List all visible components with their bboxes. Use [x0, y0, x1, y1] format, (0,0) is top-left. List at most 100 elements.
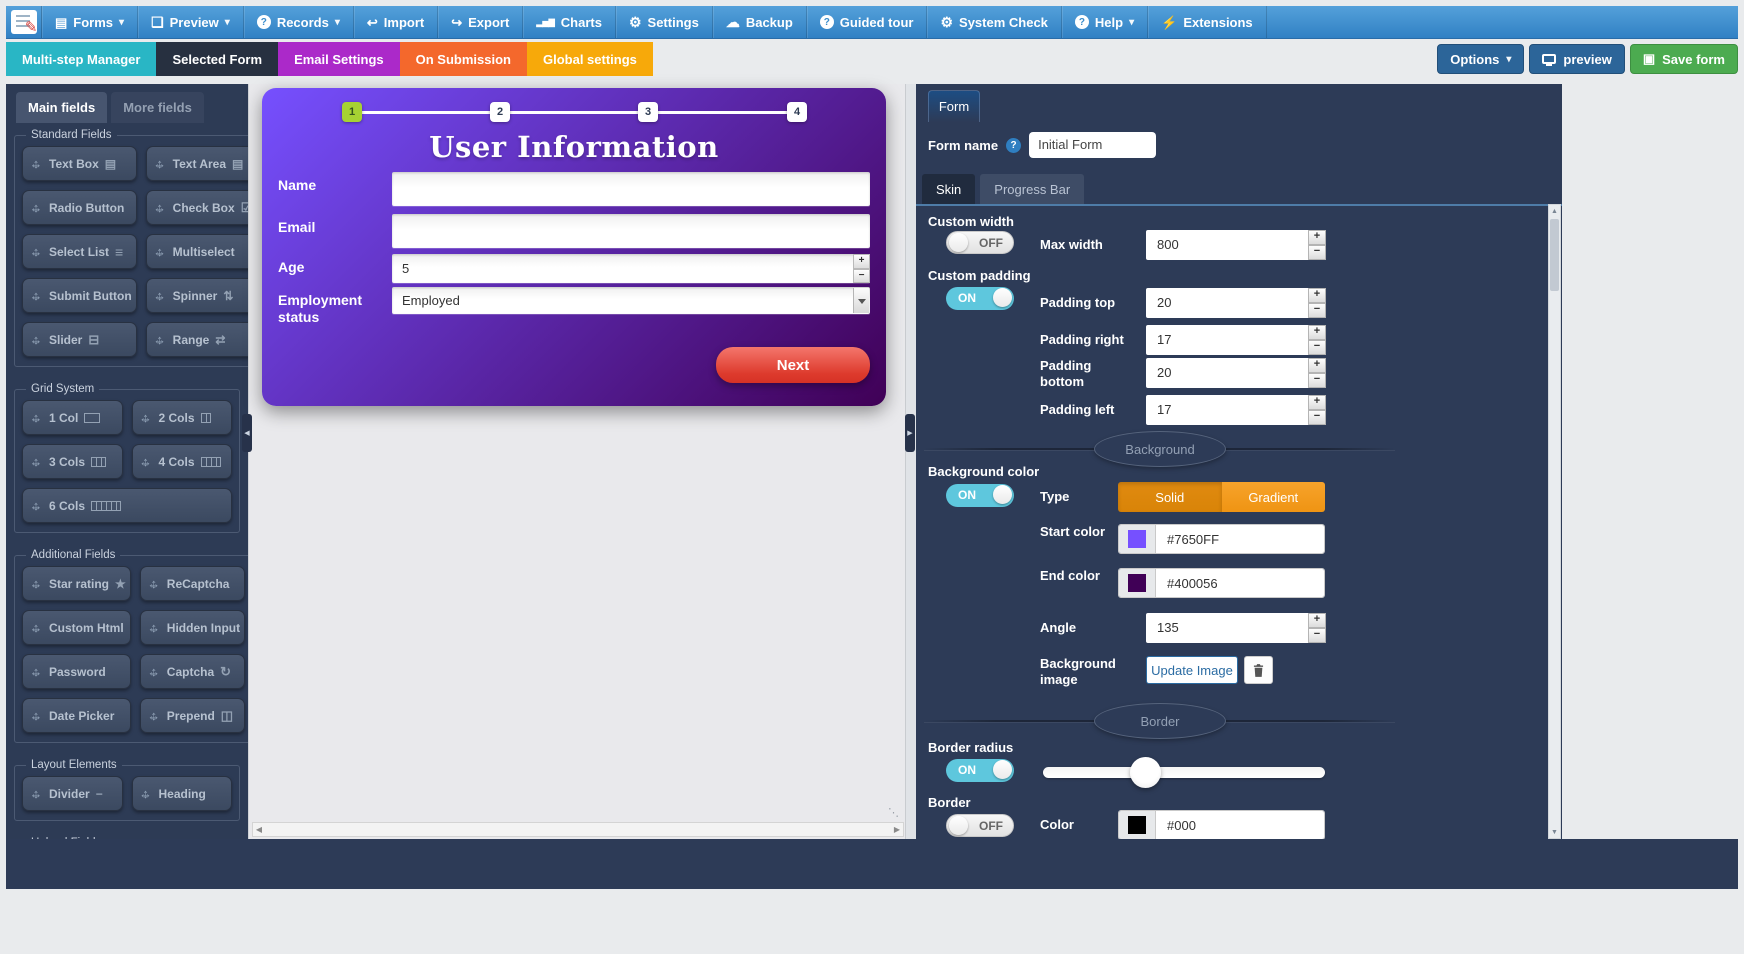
delete-image-button[interactable] — [1244, 656, 1273, 684]
end-color-input[interactable]: #400056 — [1156, 569, 1324, 597]
type-solid-button[interactable]: Solid — [1118, 482, 1222, 512]
minus-icon[interactable] — [853, 269, 870, 284]
navbar-item[interactable]: Preview ▾ — [138, 6, 244, 38]
field-button[interactable]: Prepend — [140, 698, 245, 733]
background-color-toggle[interactable]: ON — [946, 484, 1014, 507]
start-color-input[interactable]: #7650FF — [1156, 525, 1324, 553]
custom-width-toggle[interactable]: OFF — [946, 231, 1014, 254]
angle-input[interactable]: 135 — [1146, 613, 1308, 643]
field-button[interactable]: Multiselect — [146, 234, 248, 269]
navbar-item[interactable]: Extensions — [1148, 6, 1267, 38]
end-color-picker[interactable] — [1119, 569, 1156, 597]
field-button[interactable]: 6 Cols — [22, 488, 232, 523]
plus-icon[interactable] — [853, 254, 870, 269]
navbar-item[interactable]: Records ▾ — [244, 6, 354, 38]
age-input[interactable]: 5 — [392, 254, 853, 283]
border-radius-slider[interactable] — [1043, 759, 1325, 789]
scroll-down-icon[interactable]: ▼ — [1549, 826, 1560, 838]
save-form-button[interactable]: ▣Save form — [1630, 44, 1738, 74]
step-badge[interactable]: 3 — [638, 102, 658, 122]
minus-icon[interactable] — [1308, 245, 1326, 260]
border-radius-toggle[interactable]: ON — [946, 759, 1014, 782]
form-section-tab[interactable]: Global settings — [527, 42, 653, 76]
field-button[interactable]: Select List — [22, 234, 137, 269]
padding-top-input[interactable]: 20 — [1146, 288, 1308, 318]
slider-handle[interactable] — [1130, 757, 1161, 788]
custom-padding-toggle[interactable]: ON — [946, 287, 1014, 310]
navbar-item[interactable]: System Check — [927, 6, 1061, 38]
navbar-item[interactable]: Forms ▾ — [42, 6, 138, 38]
select-arrow-icon[interactable] — [853, 288, 869, 313]
navbar-item[interactable]: Export — [438, 6, 523, 38]
sidebar-tab[interactable]: More fields — [111, 92, 204, 123]
panel-tab[interactable]: Skin — [922, 174, 975, 205]
collapse-left-handle[interactable]: ◀ — [242, 414, 252, 452]
navbar-item[interactable]: Import — [354, 6, 438, 38]
slider-track[interactable] — [1043, 767, 1325, 778]
field-button[interactable]: Heading — [132, 776, 233, 811]
panel-scrollbar[interactable]: ▲ ▼ — [1548, 204, 1561, 839]
padding-left-input[interactable]: 17 — [1146, 395, 1308, 425]
help-icon[interactable] — [1006, 138, 1021, 153]
field-button[interactable]: Star rating — [22, 566, 131, 601]
form-section-tab[interactable]: Multi-step Manager — [6, 42, 156, 76]
form-section-tab[interactable]: Email Settings — [278, 42, 400, 76]
sidebar-tab[interactable]: Main fields — [16, 92, 107, 123]
scroll-right-icon[interactable]: ▶ — [891, 823, 903, 836]
field-button[interactable]: Submit Button — [22, 278, 137, 313]
form-name-input[interactable]: Initial Form — [1029, 132, 1156, 158]
minus-icon[interactable] — [1308, 373, 1326, 388]
email-input[interactable] — [392, 214, 870, 248]
type-gradient-button[interactable]: Gradient — [1222, 482, 1326, 512]
field-button[interactable]: 3 Cols — [22, 444, 123, 479]
update-image-button[interactable]: Update Image — [1146, 656, 1238, 684]
padding-right-input[interactable]: 17 — [1146, 325, 1308, 355]
next-button[interactable]: Next — [716, 347, 870, 383]
form-section-tab[interactable]: Selected Form — [156, 42, 278, 76]
panel-tab[interactable]: Progress Bar — [980, 174, 1084, 205]
field-button[interactable]: 4 Cols — [132, 444, 233, 479]
start-color-picker[interactable] — [1119, 525, 1156, 553]
preview-button[interactable]: preview — [1529, 44, 1624, 74]
step-badge[interactable]: 4 — [787, 102, 807, 122]
border-toggle[interactable]: OFF — [946, 814, 1014, 837]
app-logo[interactable]: ✎ — [6, 6, 42, 38]
tab-form[interactable]: Form — [928, 90, 980, 122]
plus-icon[interactable] — [1308, 358, 1326, 373]
field-button[interactable]: Custom Html — [22, 610, 131, 645]
scroll-up-icon[interactable]: ▲ — [1549, 205, 1560, 217]
field-button[interactable]: Radio Button — [22, 190, 137, 225]
minus-icon[interactable] — [1308, 628, 1326, 643]
field-button[interactable]: Spinner — [146, 278, 248, 313]
max-width-input[interactable]: 800 — [1146, 230, 1308, 260]
navbar-item[interactable]: Guided tour — [807, 6, 928, 38]
field-button[interactable]: Text Area — [146, 146, 248, 181]
navbar-item[interactable]: Help ▾ — [1062, 6, 1148, 38]
field-button[interactable]: ReCaptcha — [140, 566, 245, 601]
field-button[interactable]: 1 Col — [22, 400, 123, 435]
border-color-input[interactable]: #000 — [1156, 811, 1324, 839]
field-button[interactable]: Date Picker — [22, 698, 131, 733]
field-button[interactable]: Captcha — [140, 654, 245, 689]
field-button[interactable]: 2 Cols — [132, 400, 233, 435]
form-section-tab[interactable]: On Submission — [400, 42, 527, 76]
field-button[interactable]: Divider — [22, 776, 123, 811]
field-button[interactable]: Text Box — [22, 146, 137, 181]
field-button[interactable]: Check Box — [146, 190, 248, 225]
plus-icon[interactable] — [1308, 395, 1326, 410]
navbar-item[interactable]: Settings — [616, 6, 713, 38]
plus-icon[interactable] — [1308, 325, 1326, 340]
navbar-item[interactable]: Charts — [523, 6, 616, 38]
field-button[interactable]: Range — [146, 322, 248, 357]
scrollbar-thumb[interactable] — [1550, 219, 1559, 291]
minus-icon[interactable] — [1308, 303, 1326, 318]
plus-icon[interactable] — [1308, 230, 1326, 245]
scroll-left-icon[interactable]: ◀ — [253, 823, 265, 836]
navbar-item[interactable]: Backup — [713, 6, 807, 38]
resize-grip-icon[interactable]: ⋱ — [888, 806, 899, 819]
field-button[interactable]: Hidden Input — [140, 610, 245, 645]
employment-select[interactable]: Employed — [392, 287, 870, 314]
border-color-picker[interactable] — [1119, 811, 1156, 839]
field-button[interactable]: Slider — [22, 322, 137, 357]
step-badge[interactable]: 2 — [490, 102, 510, 122]
